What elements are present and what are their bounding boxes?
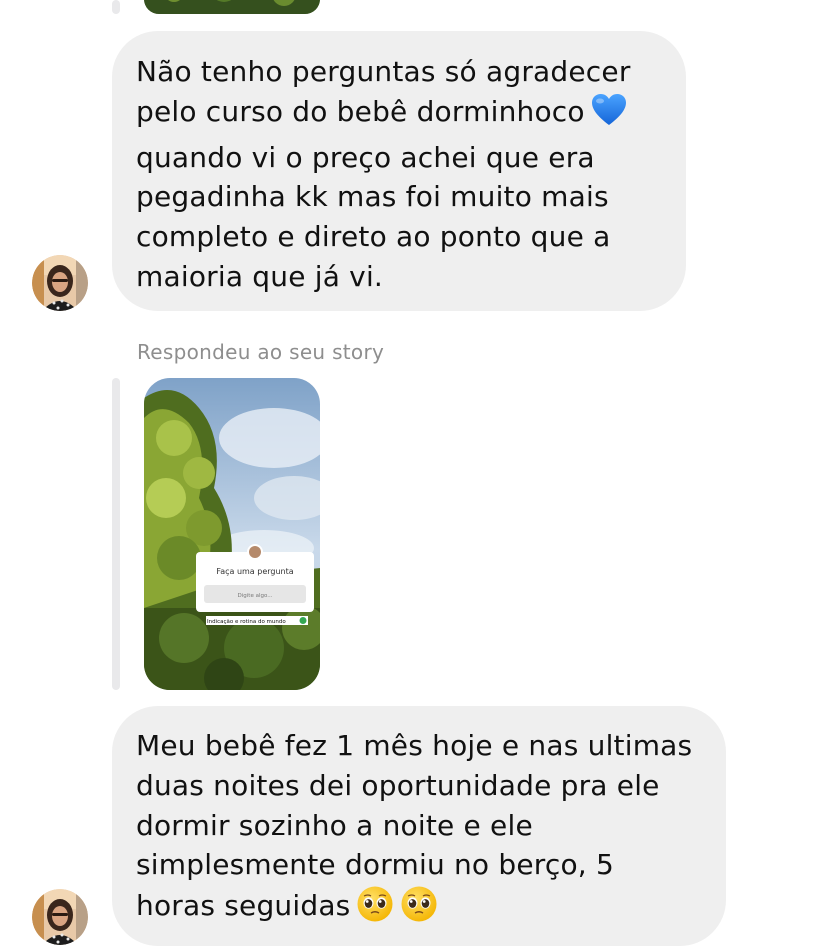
- message-line: pegadinha kk mas foi muito mais: [136, 180, 609, 214]
- message-line: quando vi o preço achei que era: [136, 140, 595, 174]
- message-line: duas noites dei oportunidade pra ele: [136, 768, 660, 802]
- pleading-face-icon: [400, 885, 438, 934]
- story-question-prompt: Faça uma pergunta: [216, 567, 293, 576]
- message-line: Meu bebê fez 1 mês hoje e nas ultimas: [136, 729, 693, 762]
- blue-heart-icon: [591, 93, 627, 138]
- story-tag-text: Indicação e rotina do mundo: [207, 619, 286, 625]
- message-line: horas seguidas: [136, 885, 702, 934]
- story-reply-line: [112, 378, 120, 690]
- message-line: pelo curso do bebê dorminhoco: [136, 92, 662, 138]
- message-line: Não tenho perguntas só agradecer: [136, 55, 631, 88]
- message-line: simplesmente dormiu no berço, 5: [136, 848, 615, 882]
- sender-avatar[interactable]: [32, 255, 88, 311]
- story-thumbnail[interactable]: Faça uma pergunta Digite algo... Indicaç…: [144, 378, 320, 690]
- message-line: dormir sozinho a noite e ele: [136, 808, 533, 842]
- story-reply-line-top: [112, 0, 120, 14]
- previous-story-thumbnail[interactable]: [144, 0, 320, 14]
- story-question-placeholder: Digite algo...: [238, 593, 273, 599]
- message-line: completo e direto ao ponto que a: [136, 220, 611, 254]
- message-bubble[interactable]: Meu bebê fez 1 mês hoje e nas ultimas du…: [112, 706, 726, 946]
- story-reply-caption: Respondeu ao seu story: [137, 340, 385, 364]
- message-bubble[interactable]: Não tenho perguntas só agradecer pelo cu…: [112, 31, 686, 311]
- pleading-face-icon: [356, 885, 394, 934]
- message-line: maioria que já vi.: [136, 259, 384, 293]
- sender-avatar[interactable]: [32, 889, 88, 945]
